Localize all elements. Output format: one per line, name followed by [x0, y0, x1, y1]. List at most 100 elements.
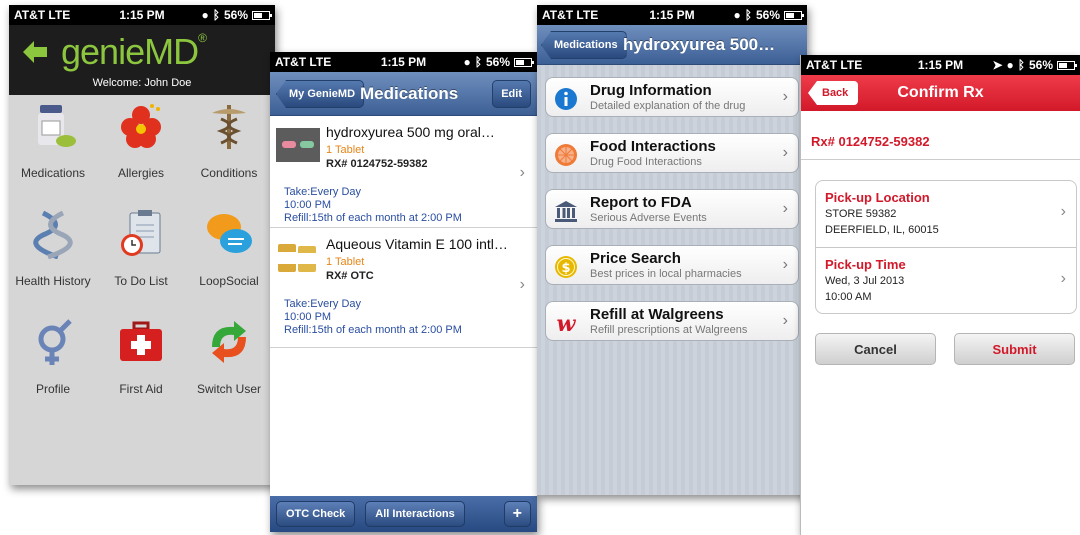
location-arrow-icon: ➤: [992, 58, 1003, 72]
rx-number: Rx# 0124752-59382: [811, 134, 930, 149]
drug-detail-screen: AT&T LTE 1:15 PM ● ᛒ 56% Medications hydro…: [537, 5, 807, 495]
walgreens-w-icon: w: [557, 311, 577, 335]
menu-refill-at-walgreens[interactable]: w Refill at Walgreens Refill prescriptio…: [545, 301, 799, 341]
clock: 1:15 PM: [380, 55, 427, 69]
chevron-right-icon: ›: [782, 312, 788, 329]
menu-report-to-fda[interactable]: Report to FDA Serious Adverse Events ›: [545, 189, 799, 229]
medication-row[interactable]: hydroxyurea 500 mg oral… 1 Tablet RX# 01…: [270, 116, 537, 228]
government-building-icon: [555, 201, 577, 222]
pill-bottle-icon: [27, 100, 79, 152]
home-item-profile[interactable]: Profile: [9, 316, 97, 396]
location-icon: ●: [463, 55, 471, 69]
home-item-first-aid[interactable]: First Aid: [97, 316, 185, 396]
back-button[interactable]: My GenieMD: [276, 80, 365, 108]
submit-button[interactable]: Submit: [954, 333, 1075, 365]
nav-bar: Confirm Rx Back: [801, 75, 1080, 111]
medication-qty: 1 Tablet: [326, 256, 365, 268]
home-item-medications[interactable]: Medications: [9, 100, 97, 180]
app-header: genieMD® Welcome: John Doe: [9, 25, 275, 95]
carrier-label: AT&T LTE: [14, 8, 71, 22]
back-arrow-icon[interactable]: [23, 41, 47, 63]
edit-button[interactable]: Edit: [492, 80, 531, 108]
battery-icon: [514, 57, 534, 67]
confirm-rx-screen: AT&T LTE 1:15 PM ➤ ● ᛒ 56% Confirm Rx Back …: [800, 55, 1080, 535]
home-grid: Medications Allergies Conditions Health …: [9, 100, 275, 396]
menu-title: Food Interactions: [590, 138, 716, 155]
chat-bubbles-icon: [203, 208, 255, 260]
menu-food-interactions[interactable]: Food Interactions Drug Food Interactions…: [545, 133, 799, 173]
gender-symbol-icon: [27, 316, 79, 368]
menu-title: Refill at Walgreens: [590, 306, 724, 323]
page-title: hydroxyurea 500…: [623, 35, 776, 54]
otc-check-button[interactable]: OTC Check: [276, 501, 356, 527]
pill-bottles-icon: [278, 244, 316, 272]
menu-subtitle: Refill prescriptions at Walgreens: [590, 324, 748, 336]
medications-screen: AT&T LTE 1:15 PM ● ᛒ 56% My GenieMD Medica…: [270, 52, 537, 532]
menu-title: Report to FDA: [590, 194, 692, 211]
carrier-label: AT&T LTE: [542, 8, 599, 22]
bluetooth-icon: ᛒ: [474, 55, 482, 69]
menu-subtitle: Serious Adverse Events: [590, 212, 707, 224]
battery-icon: [1057, 60, 1077, 70]
cancel-button[interactable]: Cancel: [815, 333, 936, 365]
menu-drug-information[interactable]: Drug Information Detailed explanation of…: [545, 77, 799, 117]
back-button[interactable]: Back: [808, 81, 859, 105]
clock: 1:15 PM: [119, 8, 165, 22]
chevron-right-icon: ›: [782, 144, 788, 161]
row-line: Wed, 3 Jul 2013: [825, 275, 905, 287]
pickup-time-row[interactable]: Pick-up Time Wed, 3 Jul 2013 10:00 AM ›: [816, 247, 1076, 313]
grapefruit-icon: [555, 144, 577, 166]
location-icon: ●: [201, 8, 209, 22]
menu-subtitle: Best prices in local pharmacies: [590, 268, 742, 280]
chevron-right-icon: ›: [519, 276, 525, 293]
pickup-location-row[interactable]: Pick-up Location STORE 59382 DEERFIELD, …: [816, 181, 1076, 247]
geniemd-home-screen: AT&T LTE 1:15 PM ● ᛒ 56% genieMD® Welcome:…: [9, 5, 275, 485]
home-item-allergies[interactable]: Allergies: [97, 100, 185, 180]
caduceus-icon: [203, 100, 255, 152]
add-medication-button[interactable]: +: [503, 501, 531, 527]
first-aid-kit-icon: [115, 316, 167, 368]
medication-qty: 1 Tablet: [326, 144, 365, 156]
location-icon: ●: [733, 8, 741, 22]
battery-percent: 56%: [1028, 58, 1053, 72]
app-logo: genieMD®: [61, 31, 207, 72]
medication-row[interactable]: Aqueous Vitamin E 100 intl… 1 Tablet RX#…: [270, 228, 537, 348]
dollar-coin-icon: $: [555, 256, 577, 278]
pill-photo-icon: [276, 128, 320, 162]
battery-percent: 56%: [485, 55, 510, 69]
menu-title: Price Search: [590, 250, 681, 267]
nav-bar: Medications hydroxyurea 500…: [537, 25, 807, 65]
all-interactions-button[interactable]: All Interactions: [365, 501, 465, 527]
dna-icon: [27, 208, 79, 260]
home-item-conditions[interactable]: Conditions: [185, 100, 273, 180]
page-title: Medications: [360, 84, 459, 103]
svg-text:w: w: [557, 311, 577, 335]
battery-icon: [784, 10, 804, 20]
chevron-right-icon: ›: [782, 88, 788, 105]
carrier-label: AT&T LTE: [806, 58, 863, 72]
battery-percent: 56%: [223, 8, 248, 22]
chevron-right-icon: ›: [519, 164, 525, 181]
divider: [801, 159, 1080, 160]
pickup-details: Pick-up Location STORE 59382 DEERFIELD, …: [815, 180, 1077, 314]
home-item-health-history[interactable]: Health History: [9, 208, 97, 288]
menu-price-search[interactable]: $ Price Search Best prices in local phar…: [545, 245, 799, 285]
status-bar: AT&T LTE 1:15 PM ● ᛒ 56%: [270, 52, 537, 72]
home-item-to-do-list[interactable]: To Do List: [97, 208, 185, 288]
info-icon: [555, 88, 577, 110]
flower-icon: [115, 100, 167, 152]
status-bar: AT&T LTE 1:15 PM ● ᛒ 56%: [537, 5, 807, 25]
switch-arrows-icon: [203, 316, 255, 368]
svg-text:$: $: [561, 261, 570, 276]
battery-percent: 56%: [755, 8, 780, 22]
chevron-right-icon: ›: [782, 256, 788, 273]
chevron-right-icon: ›: [1060, 270, 1066, 287]
row-line: 10:00 AM: [825, 291, 872, 303]
carrier-label: AT&T LTE: [275, 55, 332, 69]
back-button[interactable]: Medications: [541, 31, 627, 59]
row-line: STORE 59382: [825, 208, 897, 220]
home-item-switch-user[interactable]: Switch User: [185, 316, 273, 396]
row-heading: Pick-up Time: [825, 257, 906, 272]
menu-subtitle: Detailed explanation of the drug: [590, 100, 746, 112]
home-item-loopsocial[interactable]: LoopSocial: [185, 208, 273, 288]
